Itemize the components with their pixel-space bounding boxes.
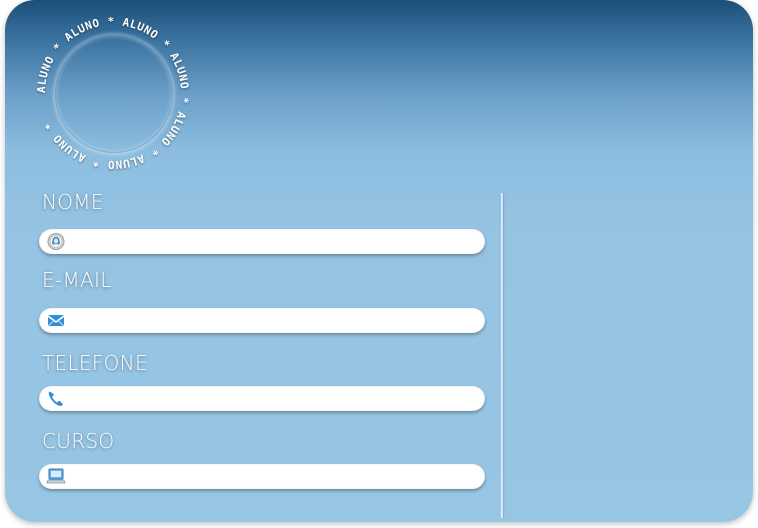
telefone-field[interactable] xyxy=(39,386,485,411)
phone-icon xyxy=(46,389,66,408)
curso-input[interactable] xyxy=(73,464,473,489)
vertical-divider xyxy=(501,193,503,518)
computer-book-icon xyxy=(46,467,66,486)
curso-field[interactable] xyxy=(39,464,485,489)
curso-label: CURSO xyxy=(42,429,115,453)
student-card: ALUNO * ALUNO * ALUNO * ALUNO * ALUNO * … xyxy=(5,0,753,522)
email-field[interactable] xyxy=(39,308,485,333)
email-input[interactable] xyxy=(73,308,473,333)
seal-ring xyxy=(55,35,173,153)
nome-label: NOME xyxy=(42,190,104,214)
nome-input[interactable] xyxy=(73,229,473,254)
telefone-input[interactable] xyxy=(73,386,473,411)
aluno-seal: ALUNO * ALUNO * ALUNO * ALUNO * ALUNO * … xyxy=(33,13,193,173)
user-icon xyxy=(46,232,66,251)
email-label: E-MAIL xyxy=(42,268,112,292)
envelope-icon xyxy=(46,311,66,330)
telefone-label: TELEFONE xyxy=(42,351,148,375)
nome-field[interactable] xyxy=(39,229,485,254)
